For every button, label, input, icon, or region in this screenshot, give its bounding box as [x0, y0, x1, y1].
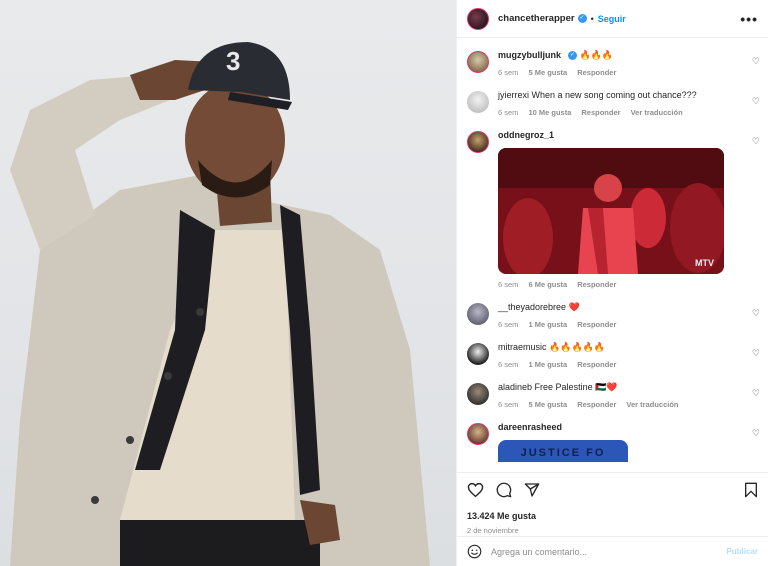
post-comment-button[interactable]: Publicar — [726, 547, 758, 556]
comment-username[interactable]: aladineb — [498, 382, 532, 392]
comment-likes[interactable]: 6 Me gusta — [528, 280, 567, 289]
comment-item: dareenrasheed JUSTICE FO ♡ — [457, 418, 768, 462]
separator-dot: • — [590, 13, 594, 24]
emoji-icon[interactable] — [467, 544, 482, 559]
post-photo: 3 — [0, 0, 456, 566]
bookmark-icon[interactable] — [744, 482, 758, 498]
comments-list[interactable]: mugzybulljunk ✓ 🔥🔥🔥 6 sem 5 Me gusta Resp… — [457, 38, 768, 472]
comment-likes[interactable]: 5 Me gusta — [528, 68, 567, 77]
reply-button[interactable]: Responder — [577, 320, 616, 329]
action-icons — [467, 481, 758, 499]
comment-likes[interactable]: 1 Me gusta — [528, 320, 567, 329]
comment-like-heart-icon[interactable]: ♡ — [752, 136, 760, 147]
comment-text: Free Palestine 🇵🇸❤️ — [534, 382, 618, 392]
see-translation-button[interactable]: Ver traducción — [626, 400, 678, 409]
commenter-avatar[interactable] — [467, 423, 489, 445]
comment-age: 6 sem — [498, 280, 519, 289]
reply-button[interactable]: Responder — [577, 68, 616, 77]
comment-likes[interactable]: 10 Me gusta — [528, 108, 571, 117]
commenter-avatar[interactable] — [467, 343, 489, 365]
comment-username[interactable]: __theyadorebree — [498, 302, 566, 312]
comment-username[interactable]: dareenrasheed — [498, 422, 562, 432]
comment-input[interactable] — [491, 546, 727, 557]
author-avatar[interactable] — [467, 7, 489, 30]
author-username[interactable]: chancetherapper — [498, 13, 575, 24]
commenter-avatar[interactable] — [467, 131, 489, 153]
gif-illustration — [498, 148, 724, 274]
comment-like-heart-icon[interactable]: ♡ — [752, 348, 760, 359]
comment-age: 6 sem — [498, 68, 519, 77]
comment-like-heart-icon[interactable]: ♡ — [752, 428, 760, 439]
follow-button[interactable]: Seguir — [598, 14, 626, 24]
post-side-panel: chancetherapper ✓ • Seguir ••• mugzybull… — [456, 0, 768, 566]
comment-text: ❤️ — [568, 302, 580, 312]
comment-username[interactable]: oddnegroz_1 — [498, 130, 554, 140]
photo-illustration: 3 — [10, 42, 430, 566]
comment-item: __theyadorebree ❤️ 6 sem 1 Me gusta Resp… — [457, 298, 768, 338]
comment-likes[interactable]: 1 Me gusta — [528, 360, 567, 369]
commenter-avatar[interactable] — [467, 303, 489, 325]
svg-text:3: 3 — [226, 46, 240, 76]
comment-age: 6 sem — [498, 360, 519, 369]
post-header: chancetherapper ✓ • Seguir ••• — [457, 0, 768, 38]
commenter-avatar[interactable] — [467, 51, 489, 73]
reply-button[interactable]: Responder — [581, 108, 620, 117]
verified-badge-icon: ✓ — [568, 51, 577, 61]
add-comment-bar: Publicar — [457, 536, 768, 566]
comment-like-heart-icon[interactable]: ♡ — [752, 96, 760, 107]
likes-count[interactable]: 13.424 Me gusta — [467, 511, 758, 521]
comment-likes[interactable]: 5 Me gusta — [528, 400, 567, 409]
comment-item: mitraemusic 🔥🔥🔥🔥🔥 6 sem 1 Me gusta Respo… — [457, 338, 768, 378]
post-actions: 13.424 Me gusta 2 de noviembre Publicar — [457, 472, 768, 566]
comment-username[interactable]: mugzybulljunk — [498, 50, 561, 60]
verified-badge-icon: ✓ — [577, 14, 587, 23]
reply-button[interactable]: Responder — [577, 400, 616, 409]
commenter-avatar[interactable] — [467, 383, 489, 405]
comment-like-heart-icon[interactable]: ♡ — [752, 308, 760, 319]
comment-image-sticker[interactable]: JUSTICE FO — [498, 440, 628, 462]
commenter-avatar[interactable] — [467, 91, 489, 113]
more-options-icon[interactable]: ••• — [740, 11, 758, 27]
comment-username[interactable]: mitraemusic — [498, 342, 547, 352]
comment-like-heart-icon[interactable]: ♡ — [752, 388, 760, 399]
post-modal: 3 chancetherapper ✓ • Seguir ••• mugzybu… — [0, 0, 768, 566]
comment-age: 6 sem — [498, 320, 519, 329]
share-icon[interactable] — [524, 482, 540, 498]
gif-watermark: MTV — [695, 258, 714, 268]
comment-item: mugzybulljunk ✓ 🔥🔥🔥 6 sem 5 Me gusta Resp… — [457, 46, 768, 86]
comment-text: When a new song coming out chance??? — [531, 90, 697, 100]
comment-username[interactable]: jyierrexi — [498, 90, 529, 100]
comment-like-heart-icon[interactable]: ♡ — [752, 56, 760, 67]
post-date[interactable]: 2 de noviembre — [467, 526, 758, 535]
comment-gif[interactable]: MTV — [498, 148, 724, 274]
heart-icon[interactable] — [467, 482, 484, 498]
comment-item: jyierrexi When a new song coming out cha… — [457, 86, 768, 126]
comment-item: aladineb Free Palestine 🇵🇸❤️ 6 sem 5 Me … — [457, 378, 768, 418]
see-translation-button[interactable]: Ver traducción — [631, 108, 683, 117]
comment-text: 🔥🔥🔥 — [579, 50, 614, 60]
comment-item: oddnegroz_1 MTV 6 sem 6 Me gusta Respond… — [457, 126, 768, 298]
comment-age: 6 sem — [498, 400, 519, 409]
comment-icon[interactable] — [496, 482, 512, 498]
comment-text: 🔥🔥🔥🔥🔥 — [549, 342, 606, 352]
comment-age: 6 sem — [498, 108, 519, 117]
reply-button[interactable]: Responder — [577, 280, 616, 289]
reply-button[interactable]: Responder — [577, 360, 616, 369]
